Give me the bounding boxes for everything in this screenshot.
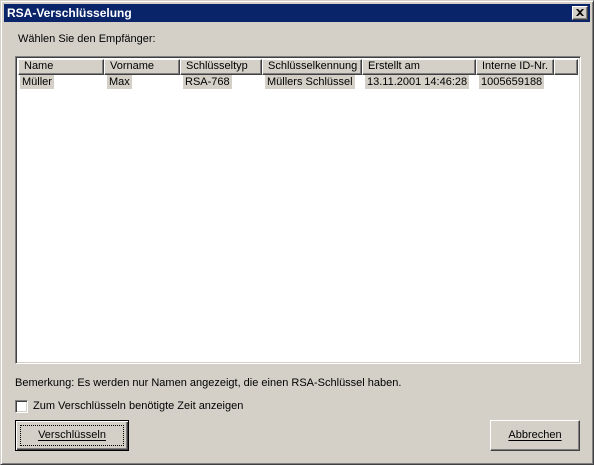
cell-name: Müller [20, 75, 54, 89]
cancel-button-label: Abbrechen [508, 429, 562, 441]
column-header-erstellt-am[interactable]: Erstellt am [362, 59, 476, 75]
cancel-button[interactable]: Abbrechen [490, 420, 580, 451]
rsa-note: Bemerkung: Es werden nur Namen angezeigt… [15, 377, 402, 389]
list-header: Name Vorname Schlüsseltyp Schlüsselkennu… [18, 59, 578, 75]
show-time-label[interactable]: Zum Verschlüsseln benötigte Zeit anzeige… [33, 400, 243, 413]
cell-erstellt-am: 13.11.2001 14:46:28 [365, 75, 470, 89]
encrypt-button-label: Verschlüsseln [38, 429, 106, 441]
rsa-dialog: RSA-Verschlüsselung Wählen Sie den Empfä… [0, 0, 594, 465]
column-header-schluesselkennung[interactable]: Schlüsselkennung [262, 59, 362, 75]
recipient-list[interactable]: Name Vorname Schlüsseltyp Schlüsselkennu… [15, 56, 581, 364]
show-time-checkbox[interactable] [15, 400, 28, 413]
column-header-interne-id[interactable]: Interne ID-Nr. [476, 59, 554, 75]
cell-interne-id: 1005659188 [479, 75, 545, 89]
table-row[interactable]: Müller Max RSA-768 Müllers Schlüssel 13.… [18, 75, 578, 89]
encrypt-button[interactable]: Verschlüsseln [15, 420, 129, 451]
column-header-name[interactable]: Name [18, 59, 104, 75]
column-header-schluesseltyp[interactable]: Schlüsseltyp [180, 59, 262, 75]
column-header-vorname[interactable]: Vorname [104, 59, 180, 75]
title-bar[interactable]: RSA-Verschlüsselung [4, 4, 590, 22]
close-icon [576, 9, 584, 16]
close-button[interactable] [572, 6, 588, 20]
cell-schluesseltyp: RSA-768 [183, 75, 232, 89]
cell-vorname: Max [107, 75, 132, 89]
show-time-option[interactable]: Zum Verschlüsseln benötigte Zeit anzeige… [15, 400, 255, 414]
recipient-prompt: Wählen Sie den Empfänger: [18, 33, 156, 45]
window-title: RSA-Verschlüsselung [7, 6, 132, 20]
cell-schluesselkennung: Müllers Schlüssel [265, 75, 355, 89]
column-header-filler [554, 59, 578, 75]
